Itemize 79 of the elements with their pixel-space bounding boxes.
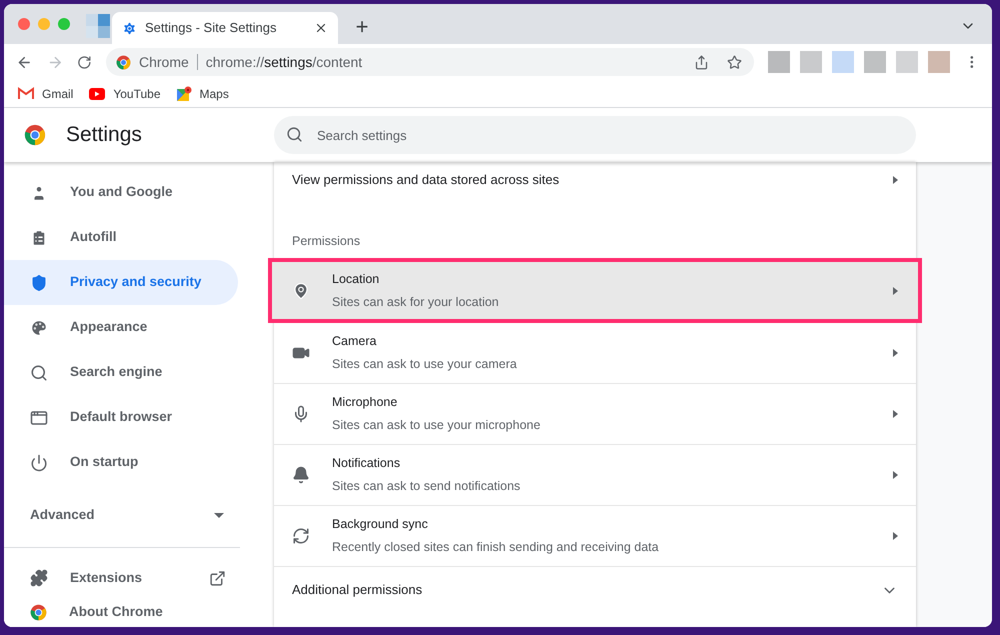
palette-icon (30, 318, 48, 336)
blurred-extension-icon[interactable] (800, 51, 822, 73)
search-icon (286, 126, 303, 143)
play-button-icon (89, 88, 106, 100)
chrome-logo-icon (30, 604, 47, 620)
permission-description: Sites can ask to send notifications (332, 478, 522, 495)
dropdown-caret-icon (214, 512, 224, 518)
permission-title: Microphone (332, 394, 398, 412)
caret-right-icon (893, 410, 898, 418)
power-icon (30, 454, 48, 472)
caret-right-icon (893, 349, 898, 357)
sidebar-item[interactable]: Autofill (4, 215, 238, 260)
permission-row[interactable]: Background sync Recently closed sites can finish sending and receiving data (274, 506, 916, 567)
chrome-logo-icon (24, 124, 46, 146)
sync-icon (292, 527, 310, 545)
blurred-extension-icon[interactable] (928, 51, 950, 73)
site-label: Chrome (138, 52, 189, 72)
browser-window-icon (30, 408, 48, 426)
bookmark-link[interactable]: Maps (176, 84, 229, 102)
minimize-window-icon[interactable] (38, 18, 50, 30)
permission-description: Sites can ask for your location (332, 294, 500, 311)
sidebar-item[interactable]: Default browser (4, 395, 238, 440)
url-text: chrome://settings/content (206, 52, 364, 72)
permission-title: Camera (332, 333, 378, 350)
close-icon[interactable] (314, 21, 328, 35)
address-bar[interactable]: Chrome chrome://settings/content (106, 48, 754, 76)
bell-icon (292, 466, 310, 484)
blurred-extension-icon[interactable] (832, 51, 854, 73)
envelope-m-icon (18, 87, 34, 100)
sidebar-item[interactable]: Appearance (4, 305, 238, 350)
sidebar-item[interactable]: You and Google (4, 170, 238, 215)
sidebar-item[interactable]: About Chrome (4, 598, 240, 626)
advanced-toggle[interactable]: Advanced (4, 493, 240, 537)
reload-icon[interactable] (77, 54, 92, 70)
blurred-extension-icon[interactable] (896, 51, 918, 73)
section-title: Permissions (291, 233, 362, 250)
sidebar-item[interactable]: Extensions (4, 558, 240, 598)
shield-icon (30, 274, 48, 292)
external-link-icon (209, 570, 226, 586)
caret-right-icon (893, 176, 898, 184)
caret-right-icon (893, 532, 898, 540)
permission-title: Background sync (332, 516, 429, 534)
browser-tab[interactable]: Settings - Site Settings (112, 12, 338, 44)
permission-description: Sites can ask to use your camera (332, 356, 518, 373)
location-pin-icon (292, 282, 310, 300)
permission-title: Notifications (332, 455, 402, 472)
share-icon[interactable] (694, 54, 710, 70)
bookmark-link[interactable]: YouTube (89, 84, 160, 102)
permission-title: Location (332, 270, 380, 288)
sidebar-item[interactable]: On startup (4, 440, 238, 485)
sidebar-item[interactable]: Privacy and security (4, 260, 238, 305)
search-field[interactable]: Search settings (274, 116, 916, 154)
settings-title: Settings (66, 122, 142, 148)
bookmark-star-icon[interactable] (727, 54, 742, 70)
puzzle-piece-icon (30, 569, 48, 587)
chrome-logo-icon (116, 54, 131, 70)
permission-description: Sites can ask to use your microphone (332, 417, 542, 434)
blurred-favicon (86, 14, 110, 38)
new-tab-button[interactable]: + (348, 12, 376, 40)
sidebar-item[interactable]: Search engine (4, 350, 238, 395)
maximize-window-icon[interactable] (58, 18, 70, 30)
permission-description: Recently closed sites can finish sending and receiving data (332, 539, 660, 556)
permission-row[interactable]: Camera Sites can ask to use your camera (274, 323, 916, 384)
blurred-extension-icon[interactable] (768, 51, 790, 73)
blurred-extension-icon[interactable] (864, 51, 886, 73)
permission-row[interactable]: Location Sites can ask for your location (272, 262, 918, 319)
settings-gear-icon (122, 20, 137, 36)
expandable-section[interactable]: Additional permissions (274, 567, 916, 613)
search-icon (30, 364, 48, 382)
permission-row[interactable]: Notifications Sites can ask to send notifications (274, 445, 916, 506)
map-pin-icon (176, 86, 192, 101)
caret-right-icon (893, 286, 898, 294)
bookmark-link[interactable]: Gmail (18, 84, 74, 102)
caret-right-icon (893, 471, 898, 479)
close-window-icon[interactable] (18, 18, 30, 30)
permission-row[interactable]: Microphone Sites can ask to use your microphone (274, 384, 916, 445)
microphone-icon (292, 405, 310, 423)
tab-title: Settings - Site Settings (145, 19, 278, 38)
settings-row[interactable]: View permissions and data stored across sites (274, 162, 916, 198)
